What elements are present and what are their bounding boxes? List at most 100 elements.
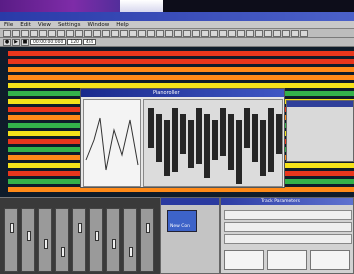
track-lane[interactable] bbox=[8, 51, 354, 56]
track-lane[interactable] bbox=[8, 67, 354, 72]
mixer-window[interactable] bbox=[0, 197, 160, 274]
fader-handle[interactable] bbox=[95, 231, 99, 241]
toolbar-button[interactable] bbox=[102, 29, 110, 37]
parameter-row[interactable] bbox=[224, 222, 352, 232]
toolbar-button[interactable] bbox=[183, 29, 191, 37]
fader-handle[interactable] bbox=[112, 239, 116, 249]
menu-edit[interactable]: Edit bbox=[20, 22, 31, 28]
note-block[interactable] bbox=[268, 108, 274, 172]
note-block[interactable] bbox=[212, 120, 218, 160]
note-block[interactable] bbox=[228, 114, 234, 170]
toolbar-button[interactable] bbox=[273, 29, 281, 37]
track-lane[interactable] bbox=[8, 59, 354, 64]
toolbar-button[interactable] bbox=[111, 29, 119, 37]
tempo-field[interactable]: 120 bbox=[67, 39, 82, 45]
toolbar-button[interactable] bbox=[246, 29, 254, 37]
note-block[interactable] bbox=[204, 114, 210, 178]
toolbar-button[interactable] bbox=[264, 29, 272, 37]
toolbar-button[interactable] bbox=[174, 29, 182, 37]
toolbar-button[interactable] bbox=[30, 29, 38, 37]
toolbar-button[interactable] bbox=[129, 29, 137, 37]
toolbar-button[interactable] bbox=[201, 29, 209, 37]
menu-view[interactable]: View bbox=[38, 22, 51, 28]
box-art-banner bbox=[0, 0, 163, 12]
note-block[interactable] bbox=[252, 114, 258, 162]
play-button[interactable]: ▶ bbox=[12, 38, 20, 46]
toolbar-button[interactable] bbox=[138, 29, 146, 37]
toolbar-button[interactable] bbox=[21, 29, 29, 37]
fader-handle[interactable] bbox=[78, 223, 82, 233]
fader-handle[interactable] bbox=[27, 231, 31, 241]
fader-handle[interactable] bbox=[129, 247, 133, 257]
note-block[interactable] bbox=[220, 108, 226, 156]
note-block[interactable] bbox=[244, 108, 250, 148]
side-panel-title-bar[interactable] bbox=[287, 101, 353, 107]
fader-handle[interactable] bbox=[61, 247, 65, 257]
parameter-cell[interactable] bbox=[224, 250, 264, 270]
mixer-channel-strip bbox=[140, 208, 154, 272]
menu-file[interactable]: File bbox=[4, 22, 13, 28]
piano-roll-title-bar[interactable]: Pianoroller bbox=[81, 89, 284, 97]
track-parameters-window[interactable]: Track Parameters bbox=[220, 197, 354, 274]
parameter-row[interactable] bbox=[224, 210, 352, 220]
new-connection-button[interactable]: New Con bbox=[167, 210, 197, 232]
menu-settings[interactable]: Settings bbox=[58, 22, 81, 28]
note-block[interactable] bbox=[172, 108, 178, 172]
window-title-bar[interactable] bbox=[0, 12, 354, 21]
note-block[interactable] bbox=[164, 120, 170, 176]
piano-roll-window[interactable]: Pianoroller bbox=[80, 88, 285, 188]
parameter-row[interactable] bbox=[224, 234, 352, 244]
toolbar-button[interactable] bbox=[219, 29, 227, 37]
toolbar-button[interactable] bbox=[57, 29, 65, 37]
toolbar-button[interactable] bbox=[84, 29, 92, 37]
toolbar-button[interactable] bbox=[39, 29, 47, 37]
track-lane[interactable] bbox=[8, 75, 354, 80]
toolbar-button[interactable] bbox=[291, 29, 299, 37]
toolbar-button[interactable] bbox=[93, 29, 101, 37]
parameter-cell[interactable] bbox=[267, 250, 307, 270]
toolbar-button[interactable] bbox=[156, 29, 164, 37]
record-button[interactable]: ● bbox=[3, 38, 11, 46]
toolbar-button[interactable] bbox=[237, 29, 245, 37]
menu-help[interactable]: Help bbox=[116, 22, 129, 28]
position-field[interactable]: 00:00:00:000 bbox=[30, 39, 67, 45]
instrument-window[interactable]: New Con bbox=[160, 197, 220, 274]
parameter-cell[interactable] bbox=[310, 250, 350, 270]
note-block[interactable] bbox=[260, 120, 266, 176]
stop-button[interactable]: ■ bbox=[21, 38, 29, 46]
fader-handle[interactable] bbox=[10, 223, 14, 233]
toolbar-button[interactable] bbox=[192, 29, 200, 37]
toolbar-button[interactable] bbox=[75, 29, 83, 37]
main-toolbar bbox=[0, 29, 354, 38]
note-grid[interactable] bbox=[143, 99, 283, 187]
toolbar-button[interactable] bbox=[147, 29, 155, 37]
toolbar-button[interactable] bbox=[300, 29, 308, 37]
instrument-window-title-bar[interactable] bbox=[161, 198, 219, 205]
toolbar-button[interactable] bbox=[255, 29, 263, 37]
toolbar-button[interactable] bbox=[12, 29, 20, 37]
toolbar-button[interactable] bbox=[66, 29, 74, 37]
toolbar-button[interactable] bbox=[3, 29, 11, 37]
toolbar-button[interactable] bbox=[228, 29, 236, 37]
toolbar-button[interactable] bbox=[210, 29, 218, 37]
track-parameters-title-bar[interactable]: Track Parameters bbox=[221, 198, 353, 205]
toolbar-button[interactable] bbox=[282, 29, 290, 37]
toolbar-button[interactable] bbox=[48, 29, 56, 37]
note-block[interactable] bbox=[156, 114, 162, 162]
mixer-channel-strip bbox=[4, 208, 18, 272]
fader-handle[interactable] bbox=[44, 239, 48, 249]
toolbar-button[interactable] bbox=[120, 29, 128, 37]
note-block[interactable] bbox=[196, 108, 202, 164]
menu-window[interactable]: Window bbox=[88, 22, 110, 28]
note-block[interactable] bbox=[148, 108, 154, 148]
note-block[interactable] bbox=[236, 120, 242, 184]
note-block[interactable] bbox=[276, 114, 282, 154]
toolbar-button[interactable] bbox=[165, 29, 173, 37]
mixer-channel-strip bbox=[123, 208, 137, 272]
note-block[interactable] bbox=[180, 114, 186, 154]
velocity-graph[interactable] bbox=[83, 99, 141, 187]
meter-field[interactable]: 4/4 bbox=[82, 39, 97, 45]
fader-handle[interactable] bbox=[146, 223, 150, 233]
side-panel[interactable] bbox=[286, 100, 354, 162]
note-block[interactable] bbox=[188, 120, 194, 168]
